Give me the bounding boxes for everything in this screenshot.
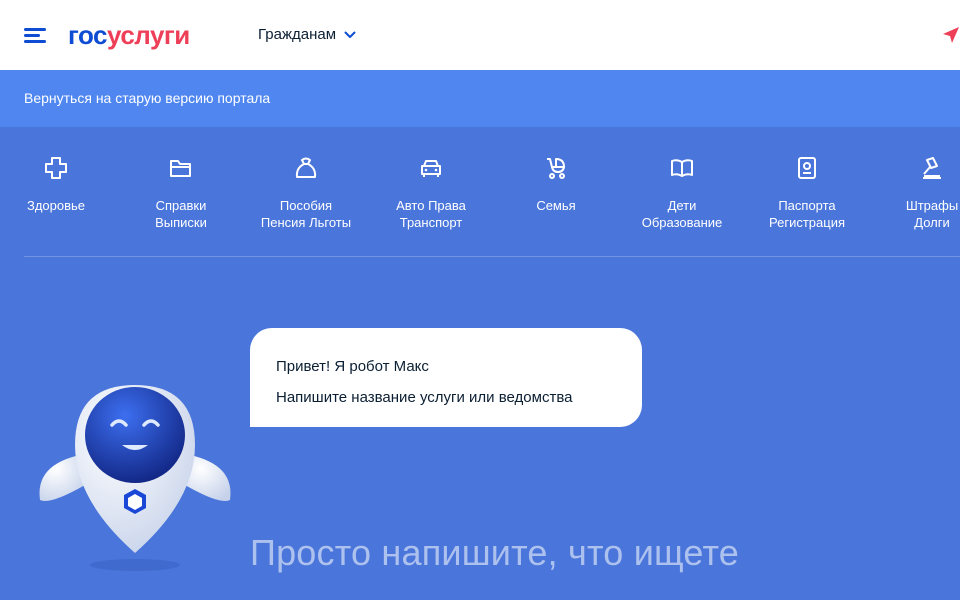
folder-icon <box>170 160 191 177</box>
passport-icon <box>798 157 816 179</box>
category-menu: Здоровье Справки Выписки Пособия Пенсия Ль… <box>0 127 960 257</box>
category-benefits[interactable]: Пособия Пенсия Льготы <box>250 155 362 231</box>
gavel-icon <box>923 157 941 179</box>
location-arrow-icon[interactable] <box>942 26 960 44</box>
bag-icon <box>295 157 317 178</box>
category-health[interactable]: Здоровье <box>0 155 112 214</box>
car-icon <box>421 160 441 177</box>
category-divider <box>24 256 960 257</box>
gosuslugi-logo[interactable]: госуслуги <box>68 18 190 52</box>
role-selector[interactable]: Гражданам <box>258 26 356 43</box>
chevron-down-icon <box>344 31 356 38</box>
old-version-banner: Вернуться на старую версию портала <box>0 70 960 127</box>
category-children[interactable]: Дети Образование <box>626 155 738 231</box>
category-transport[interactable]: Авто Права Транспорт <box>375 155 487 231</box>
category-family[interactable]: Семья <box>500 155 612 214</box>
robot-max-icon <box>39 385 231 571</box>
role-selector-label: Гражданам <box>258 26 337 43</box>
plus-icon <box>45 157 67 179</box>
category-documents[interactable]: Справки Выписки <box>125 155 237 231</box>
book-icon <box>671 159 693 177</box>
hamburger-menu-icon[interactable] <box>24 26 48 46</box>
category-passports[interactable]: Паспорта Регистрация <box>751 155 863 231</box>
category-fines[interactable]: Штрафы Долги <box>876 155 960 231</box>
search-hero-input[interactable]: Просто напишите, что ищете <box>250 532 739 574</box>
chat-prompt: Напишите название услуги или ведомства <box>276 389 573 406</box>
chat-greeting: Привет! Я робот Макс <box>276 358 429 375</box>
stroller-icon <box>547 158 565 179</box>
chat-bubble: Привет! Я робот Макс Напишите название у… <box>250 328 642 427</box>
top-header: госуслуги Гражданам <box>0 0 960 70</box>
old-version-link[interactable]: Вернуться на старую версию портала <box>24 90 270 106</box>
